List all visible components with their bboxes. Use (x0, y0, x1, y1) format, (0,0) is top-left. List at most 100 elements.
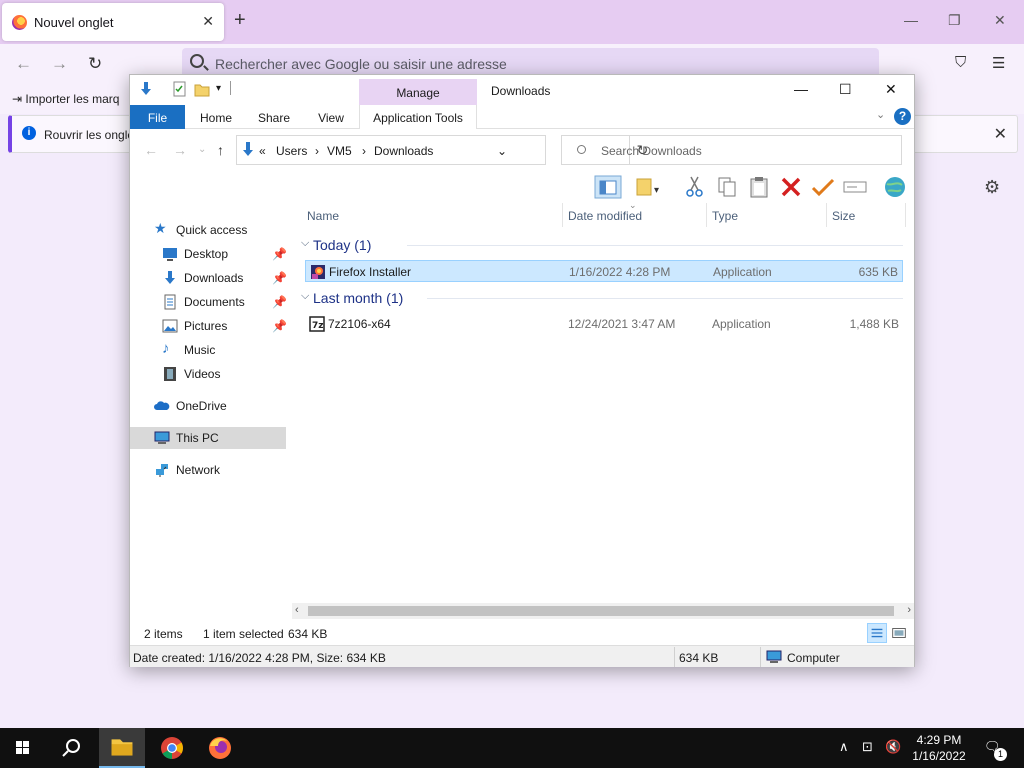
download-arrow-icon[interactable] (138, 81, 154, 97)
nav-pictures[interactable]: Pictures 📌 (162, 315, 288, 337)
new-folder-icon[interactable] (194, 81, 210, 97)
file-type: Application (712, 317, 771, 331)
globe-icon[interactable] (881, 175, 909, 199)
col-name[interactable]: Name (307, 209, 339, 223)
pocket-icon[interactable]: ⛉ (955, 54, 966, 71)
search-icon[interactable] (48, 728, 94, 768)
help-icon[interactable]: ? (894, 108, 911, 125)
breadcrumb-vm5[interactable]: VM5 (327, 144, 352, 158)
col-divider[interactable] (706, 203, 707, 227)
tab-file[interactable]: File (130, 105, 185, 129)
import-bookmarks-link[interactable]: ⇥ Importer les marq (12, 92, 119, 106)
explorer-close-icon[interactable]: ✕ (885, 81, 897, 98)
scroll-thumb[interactable] (308, 606, 894, 616)
search-box[interactable]: Search Downloads (561, 135, 902, 165)
item-count: 2 items (144, 627, 183, 641)
customize-qat-icon[interactable]: ▾ (216, 83, 221, 94)
chrome-icon[interactable] (149, 728, 195, 768)
scroll-left-icon[interactable]: ‹ (295, 604, 299, 616)
forward-arrow-icon[interactable]: → (51, 54, 68, 74)
firefox-tab-bar: Nouvel onglet ✕ + — ❐ ✕ (0, 0, 1024, 44)
breadcrumb-users[interactable]: Users (276, 144, 307, 158)
firefox-restore-icon[interactable]: ❐ (948, 12, 961, 29)
file-explorer-icon[interactable] (99, 728, 145, 768)
group-header-today[interactable]: ⌵ Today (1) (297, 233, 907, 257)
properties-icon[interactable] (172, 81, 188, 97)
clock-time: 4:29 PM (916, 733, 962, 747)
selection-count: 1 item selected (203, 627, 284, 641)
nav-downloads[interactable]: Downloads 📌 (162, 267, 288, 289)
cut-icon[interactable] (681, 175, 709, 199)
chevron-down-icon: ⌵ (301, 237, 310, 249)
paste-icon[interactable] (745, 175, 773, 199)
info-icon: i (22, 126, 36, 140)
details-view-icon[interactable] (867, 623, 887, 643)
pin-icon[interactable]: 📌 (272, 271, 287, 285)
up-arrow-icon[interactable]: ↑ (217, 142, 224, 158)
firefox-close-icon[interactable]: ✕ (994, 12, 1006, 29)
file-row-7z2106-x64[interactable]: 7z 7z2106-x64 12/24/2021 3:47 AM Applica… (305, 313, 903, 335)
firefox-icon[interactable] (197, 728, 243, 768)
tab-close-icon[interactable]: ✕ (202, 13, 214, 30)
settings-gear-icon[interactable]: ⚙ (984, 177, 1000, 198)
breadcrumb-downloads[interactable]: Downloads (374, 144, 433, 158)
rename-field-icon[interactable] (841, 175, 869, 199)
breadcrumb-separator: › (315, 144, 319, 158)
nav-desktop[interactable]: Desktop 📌 (162, 243, 288, 265)
tab-view[interactable]: View (312, 105, 350, 129)
col-divider[interactable] (905, 203, 906, 227)
details-location: Computer (787, 651, 840, 665)
tab-home[interactable]: Home (196, 105, 236, 129)
address-bar[interactable]: « Users › VM5 › Downloads ⌄ ↻ (236, 135, 648, 165)
windows-start-icon[interactable] (0, 728, 46, 768)
ribbon-expand-icon[interactable]: ⌄ (876, 108, 885, 121)
firefox-tab[interactable]: Nouvel onglet ✕ (2, 3, 224, 41)
file-name: Firefox Installer (329, 265, 412, 279)
tab-application-tools[interactable]: Application Tools (359, 105, 477, 129)
rename-check-icon[interactable] (809, 175, 837, 199)
back-arrow-icon[interactable]: ← (15, 54, 32, 74)
file-row-firefox-installer[interactable]: Firefox Installer 1/16/2022 4:28 PM Appl… (305, 260, 903, 282)
delete-icon[interactable] (777, 175, 805, 199)
network-icon (156, 464, 168, 477)
explorer-maximize-icon[interactable]: ☐ (839, 81, 852, 98)
col-date-modified[interactable]: Date modified (568, 209, 642, 223)
group-header-last-month[interactable]: ⌵ Last month (1) (297, 286, 907, 310)
pin-icon[interactable]: 📌 (272, 319, 287, 333)
file-list: Name ⌄ Date modified Type Size ⌵ Today (… (297, 200, 910, 613)
clock[interactable]: 4:29 PM 1/16/2022 (905, 732, 973, 764)
reload-icon[interactable]: ↻ (88, 54, 102, 74)
infobar-close-icon[interactable]: ✕ (994, 124, 1007, 144)
volume-muted-icon[interactable]: 🔇 (885, 739, 901, 755)
hamburger-menu-icon[interactable]: ☰ (992, 54, 1005, 72)
large-icons-view-icon[interactable] (889, 623, 909, 643)
nav-label: Desktop (184, 247, 229, 261)
copy-icon[interactable] (713, 175, 741, 199)
breadcrumb-overflow[interactable]: « (259, 144, 266, 158)
nav-this-pc[interactable]: This PC (130, 427, 286, 449)
address-dropdown-icon[interactable]: ⌄ (497, 144, 507, 158)
col-size[interactable]: Size (832, 209, 855, 223)
new-item-icon[interactable]: ▾ (634, 175, 662, 199)
forward-icon[interactable]: → (173, 142, 187, 158)
nav-documents[interactable]: Documents 📌 (162, 291, 288, 313)
preview-pane-icon[interactable] (594, 175, 622, 199)
pin-icon[interactable]: 📌 (272, 295, 287, 309)
nav-label: Videos (184, 367, 221, 381)
network-tray-icon[interactable]: ⊡ (862, 739, 873, 755)
explorer-minimize-icon[interactable]: — (794, 81, 808, 97)
col-type[interactable]: Type (712, 209, 738, 223)
pin-icon[interactable]: 📌 (272, 247, 287, 261)
tab-share[interactable]: Share (254, 105, 294, 129)
col-divider[interactable] (562, 203, 563, 227)
divider (760, 647, 761, 667)
horizontal-scrollbar[interactable]: ‹ › (292, 603, 914, 619)
music-icon: ♪ (162, 340, 170, 357)
col-divider[interactable] (826, 203, 827, 227)
back-icon[interactable]: ← (144, 142, 158, 158)
firefox-minimize-icon[interactable]: — (904, 12, 918, 28)
tray-overflow-icon[interactable]: ∧ (839, 739, 849, 755)
scroll-right-icon[interactable]: › (907, 604, 911, 616)
recent-locations-icon[interactable]: ⌄ (198, 144, 206, 155)
new-tab-icon[interactable]: + (234, 9, 246, 32)
